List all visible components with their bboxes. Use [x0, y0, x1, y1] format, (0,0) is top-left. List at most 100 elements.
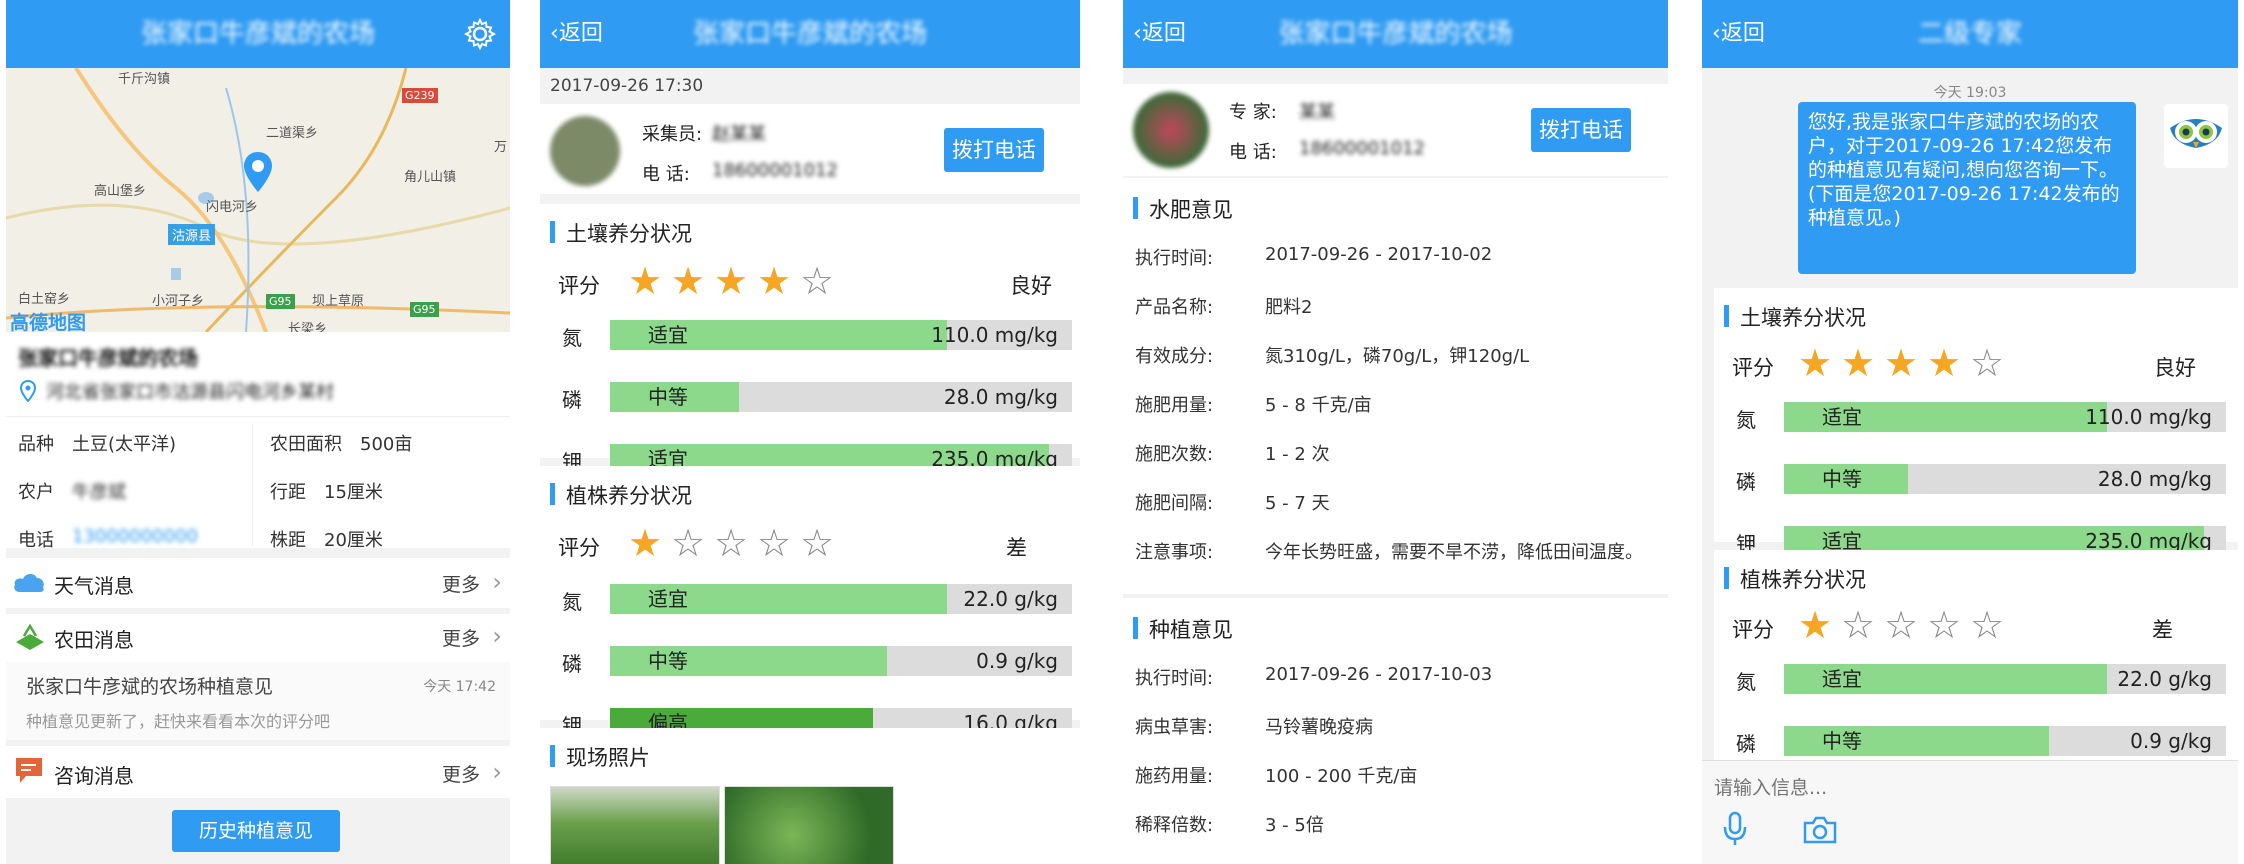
nutrient-name: 氮 — [562, 590, 582, 614]
expert-name: 某某 — [1299, 102, 1335, 123]
rating-stars: ★ ☆ ☆ ☆ ☆ — [1798, 606, 2038, 646]
map-label: 小河子乡 — [152, 294, 205, 309]
nutrient-bar: 中等 28.0 mg/kg — [610, 382, 1072, 412]
farm-home-screen: 张家口牛彦斌的农场 千斤沟镇 G239 二道渠乡 高山堡乡 闪电河乡 角儿山镇 … — [6, 0, 510, 864]
farm-message-item[interactable]: 张家口牛彦斌的农场种植意见 今天 17:42 种植意见更新了，赶快来看看本次的评… — [6, 662, 510, 740]
section-heading: 土壤养分状况 — [1724, 302, 1866, 332]
advice-value: 2017-09-26 - 2017-10-02 — [1265, 244, 1493, 265]
map-county-badge: 沽源县 — [168, 224, 216, 245]
page-title: 二级专家 — [1917, 19, 2022, 49]
star-filled-icon: ★ — [1798, 341, 1833, 385]
row-spacing-value: 15厘米 — [324, 482, 383, 503]
call-button[interactable]: 拨打电话 — [944, 128, 1044, 172]
section-heading: 土壤养分状况 — [550, 218, 692, 248]
top-bar: ‹返回 二级专家 — [1702, 0, 2238, 68]
weather-row[interactable]: 天气消息 更多 › — [6, 558, 510, 608]
message-input[interactable] — [1712, 767, 2216, 809]
message-time: 今天 17:42 — [423, 679, 496, 695]
map-label: 二道渠乡 — [266, 126, 319, 141]
nutrient-level-tag: 中等 — [648, 385, 688, 409]
rating-text: 差 — [1006, 536, 1027, 560]
star-empty-icon: ☆ — [1884, 603, 1919, 647]
nutrient-value: 22.0 g/kg — [963, 587, 1058, 611]
consult-label: 咨询消息 — [54, 764, 134, 788]
nutrient-name: 氮 — [1736, 408, 1756, 432]
rating-text: 良好 — [1010, 274, 1052, 298]
microphone-icon[interactable] — [1722, 811, 1748, 847]
field-photo[interactable] — [550, 786, 720, 864]
chevron-right-icon: › — [492, 622, 502, 650]
advice-value: 100 - 200 千克/亩 — [1265, 766, 1418, 787]
farm-message-more[interactable]: 更多 — [442, 624, 480, 651]
farmer-value: 牛彦斌 — [72, 482, 126, 503]
nutrient-bar: 中等 0.9 g/kg — [1784, 726, 2226, 756]
map-road-badge: G95 — [266, 294, 295, 309]
advice-key: 施药用量: — [1135, 766, 1214, 787]
variety-label: 品种 — [18, 434, 54, 455]
score-label: 评分 — [1732, 618, 1774, 642]
collector-card: 采集员: 赵某某 电 话: 18600001012 拨打电话 — [540, 104, 1080, 194]
camera-icon[interactable] — [1802, 815, 1838, 845]
water-fertilizer-card: 水肥意见 执行时间: 2017-09-26 - 2017-10-02 产品名称: 肥料… — [1123, 178, 1668, 594]
phone-value: 18600001012 — [712, 160, 838, 181]
nutrient-value: 28.0 mg/kg — [2097, 467, 2212, 491]
advice-key: 执行时间: — [1135, 668, 1214, 689]
farm-message-section: 农田消息 更多 › 张家口牛彦斌的农场种植意见 今天 17:42 种植意见更新了… — [6, 614, 510, 740]
advice-key: 执行时间: — [1135, 248, 1214, 269]
report-date: 2017-09-26 17:30 — [550, 76, 704, 96]
star-filled-icon: ★ — [714, 259, 749, 303]
field-icon — [16, 624, 44, 650]
consult-more[interactable]: 更多 — [442, 760, 480, 787]
nutrient-level-tag: 适宜 — [648, 323, 688, 347]
rating-stars: ★ ★ ★ ★ ☆ — [1798, 344, 2038, 384]
star-empty-icon: ☆ — [757, 521, 792, 565]
plant-nutrient-card: 植株养分状况 评分 ★ ☆ ☆ ☆ ☆ 差 氮适宜 22.0 g/kg 磷中等 0.9 g/k… — [540, 466, 1080, 738]
star-empty-icon: ☆ — [671, 521, 706, 565]
advice-key: 注意事项: — [1135, 542, 1214, 563]
soil-nutrient-card: 土壤养分状况 评分 ★ ★ ★ ★ ☆ 良好 氮适宜 110.0 mg/kg 磷中等 28.0… — [1714, 288, 2238, 556]
field-photo[interactable] — [724, 786, 894, 864]
nutrient-name: 磷 — [562, 652, 582, 676]
nutrient-name: 氮 — [1736, 670, 1756, 694]
advice-key: 施肥次数: — [1135, 444, 1214, 465]
area-label: 农田面积 — [270, 434, 342, 455]
nutrient-value: 28.0 mg/kg — [943, 385, 1058, 409]
star-empty-icon: ☆ — [800, 521, 835, 565]
map-view[interactable]: 千斤沟镇 G239 二道渠乡 高山堡乡 闪电河乡 角儿山镇 沽源县 万 白土窑乡… — [6, 68, 510, 332]
nutrient-level-tag: 适宜 — [648, 587, 688, 611]
nutrient-name: 磷 — [1736, 732, 1756, 756]
nutrient-row: 磷 中等 0.9 g/kg — [540, 644, 1080, 680]
top-bar: ‹返回 张家口牛彦斌的农场 — [1123, 0, 1668, 68]
chat-input-bar — [1702, 760, 2238, 864]
phone-value[interactable]: 13000000000 — [72, 526, 198, 547]
advice-value: 5 - 7 天 — [1265, 493, 1330, 514]
farm-info-card: 张家口牛彦斌的农场 河北省张家口市沽源县闪电河乡某村 品种 土豆(太平洋) 农田… — [6, 332, 510, 551]
page-title: 张家口牛彦斌的农场 — [1278, 19, 1513, 49]
section-heading: 水肥意见 — [1133, 194, 1233, 224]
avatar — [550, 116, 620, 186]
star-filled-icon: ★ — [1841, 341, 1876, 385]
score-label: 评分 — [1732, 356, 1774, 380]
gear-icon[interactable] — [464, 18, 496, 50]
weather-more[interactable]: 更多 — [442, 570, 480, 597]
star-empty-icon: ☆ — [1970, 341, 2005, 385]
planting-advice-card: 种植意见 执行时间: 2017-09-26 - 2017-10-03 病虫草害: 马铃… — [1123, 598, 1668, 864]
score-label: 评分 — [558, 536, 600, 560]
history-advice-button[interactable]: 历史种植意见 — [172, 810, 340, 852]
plant-nutrient-card: 植株养分状况 评分 ★ ☆ ☆ ☆ ☆ 差 氮适宜 22.0 g/kg 磷中等 0.9 g/k… — [1714, 550, 2238, 760]
nutrient-bar: 适宜 22.0 g/kg — [1784, 664, 2226, 694]
consult-row[interactable]: 咨询消息 更多 › — [6, 746, 510, 798]
nutrient-level-tag: 中等 — [648, 649, 688, 673]
area-value: 500亩 — [360, 434, 413, 455]
section-heading: 现场照片 — [550, 742, 650, 772]
expert-card: 专 家: 某某 电 话: 18600001012 拨打电话 — [1123, 84, 1668, 176]
star-filled-icon: ★ — [628, 521, 663, 565]
nutrient-row: 氮 适宜 110.0 mg/kg — [1714, 400, 2234, 436]
call-button[interactable]: 拨打电话 — [1531, 108, 1631, 152]
rating-text: 差 — [2152, 618, 2173, 642]
message-bubble: 您好,我是张家口牛彦斌的农场的农户，对于2017-09-26 17:42您发布的… — [1798, 102, 2136, 274]
rating-stars: ★ ☆ ☆ ☆ ☆ — [628, 524, 868, 564]
nutrient-row: 磷 中等 28.0 mg/kg — [540, 380, 1080, 416]
chevron-right-icon: › — [492, 568, 502, 596]
map-label: 千斤沟镇 — [118, 72, 171, 87]
